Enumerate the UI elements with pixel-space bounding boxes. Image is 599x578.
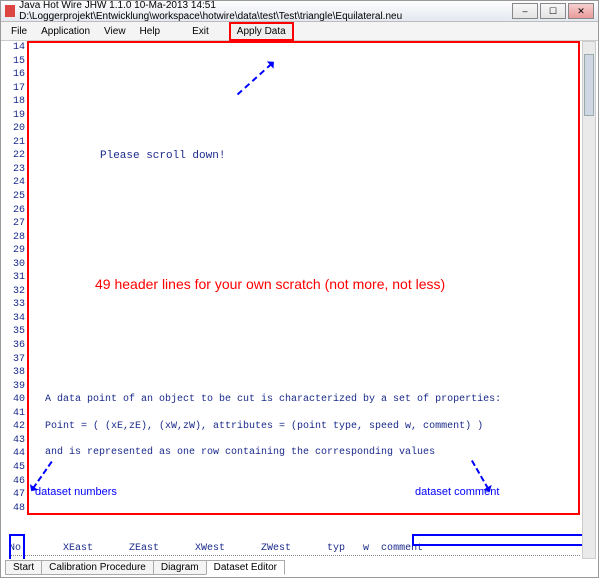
line-number: 42 bbox=[9, 420, 27, 434]
line-number: 18 bbox=[9, 95, 27, 109]
line-number: 46 bbox=[9, 475, 27, 489]
line-number: 36 bbox=[9, 339, 27, 353]
tab-diagram[interactable]: Diagram bbox=[153, 560, 207, 575]
desc-line-3: and is represented as one row containing… bbox=[45, 446, 501, 460]
line-number: 19 bbox=[9, 109, 27, 123]
data-point-description: A data point of an object to be cut is c… bbox=[45, 393, 501, 460]
line-number: 37 bbox=[9, 353, 27, 367]
line-number: 35 bbox=[9, 325, 27, 339]
window-buttons: – ☐ ✕ bbox=[512, 3, 594, 19]
line-number: 26 bbox=[9, 204, 27, 218]
line-number: 38 bbox=[9, 366, 27, 380]
line-number: 16 bbox=[9, 68, 27, 82]
line-number: 33 bbox=[9, 298, 27, 312]
line-number: 21 bbox=[9, 136, 27, 150]
menu-help[interactable]: Help bbox=[134, 24, 167, 39]
app-icon bbox=[5, 5, 15, 17]
line-number: 15 bbox=[9, 55, 27, 69]
menu-exit[interactable]: Exit bbox=[186, 24, 215, 39]
close-button[interactable]: ✕ bbox=[568, 3, 594, 19]
menu-view[interactable]: View bbox=[98, 24, 132, 39]
app-window: Java Hot Wire JHW 1.1.0 10-Ma-2013 14:51… bbox=[0, 0, 599, 578]
scrollbar-thumb[interactable] bbox=[584, 54, 594, 116]
menubar: File Application View Help Exit Apply Da… bbox=[1, 22, 598, 41]
window-title: Java Hot Wire JHW 1.1.0 10-Ma-2013 14:51… bbox=[19, 0, 512, 22]
line-number: 29 bbox=[9, 244, 27, 258]
editor-content: 1415161718192021222324252627282930313233… bbox=[5, 41, 584, 559]
scroll-down-text: Please scroll down! bbox=[100, 150, 225, 162]
line-number: 48 bbox=[9, 502, 27, 516]
line-number: 27 bbox=[9, 217, 27, 231]
header-lines-annotation: 49 header lines for your own scratch (no… bbox=[95, 276, 445, 292]
tab-calibration[interactable]: Calibration Procedure bbox=[41, 560, 154, 575]
titlebar: Java Hot Wire JHW 1.1.0 10-Ma-2013 14:51… bbox=[1, 1, 598, 22]
menu-application[interactable]: Application bbox=[35, 24, 96, 39]
tab-start[interactable]: Start bbox=[5, 560, 42, 575]
row-numbers-highlight bbox=[9, 534, 25, 559]
menu-file[interactable]: File bbox=[5, 24, 33, 39]
maximize-button[interactable]: ☐ bbox=[540, 3, 566, 19]
line-number: 25 bbox=[9, 190, 27, 204]
line-number: 31 bbox=[9, 271, 27, 285]
line-number: 20 bbox=[9, 122, 27, 136]
vertical-scrollbar[interactable] bbox=[582, 41, 596, 559]
line-number: 24 bbox=[9, 176, 27, 190]
line-number: 40 bbox=[9, 393, 27, 407]
line-number: 34 bbox=[9, 312, 27, 326]
tab-dataset-editor[interactable]: Dataset Editor bbox=[206, 560, 285, 575]
line-number: 32 bbox=[9, 285, 27, 299]
line-number: 44 bbox=[9, 447, 27, 461]
line-number: 43 bbox=[9, 434, 27, 448]
line-number: 41 bbox=[9, 407, 27, 421]
line-number: 39 bbox=[9, 380, 27, 394]
line-number: 14 bbox=[9, 41, 27, 55]
apply-data-button[interactable]: Apply Data bbox=[229, 22, 294, 41]
minimize-button[interactable]: – bbox=[512, 3, 538, 19]
bottom-tabs: Start Calibration Procedure Diagram Data… bbox=[5, 560, 284, 575]
dataset-numbers-annotation: dataset numbers bbox=[35, 486, 117, 498]
desc-line-1: A data point of an object to be cut is c… bbox=[45, 393, 501, 407]
comment-highlight bbox=[412, 534, 584, 546]
line-number: 45 bbox=[9, 461, 27, 475]
line-numbers: 1415161718192021222324252627282930313233… bbox=[9, 41, 27, 515]
line-number: 22 bbox=[9, 149, 27, 163]
line-number: 28 bbox=[9, 231, 27, 245]
desc-line-2: Point = ( (xE,zE), (xW,zW), attributes =… bbox=[45, 420, 501, 434]
line-number: 23 bbox=[9, 163, 27, 177]
line-number: 17 bbox=[9, 82, 27, 96]
line-number: 30 bbox=[9, 258, 27, 272]
